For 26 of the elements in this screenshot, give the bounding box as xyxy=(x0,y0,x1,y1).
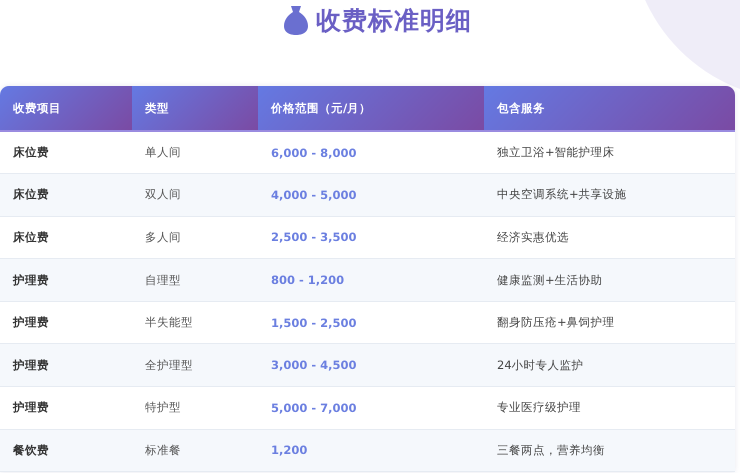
table-cell: 护理费 xyxy=(0,386,132,430)
column-header: 包含服务 xyxy=(484,86,735,131)
table-cell: 餐饮费 xyxy=(0,429,132,472)
table-cell: 特护型 xyxy=(132,386,258,430)
table-cell: 800 - 1,200 xyxy=(258,258,484,302)
column-header: 收费项目 xyxy=(0,86,132,131)
table-cell: 护理费 xyxy=(0,258,132,302)
money-bag-icon xyxy=(284,5,308,35)
table-cell: 1,200 xyxy=(258,429,484,472)
table-cell: 双人间 xyxy=(132,174,258,216)
table-cell: 全护理型 xyxy=(132,344,258,387)
column-header: 价格范围（元/月） xyxy=(258,86,484,131)
table-cell: 24小时专人监护 xyxy=(484,344,735,387)
table-cell: 自理型 xyxy=(132,258,258,302)
page-title: 收费标准明细 xyxy=(316,4,472,36)
table-cell: 专业医疗级护理 xyxy=(484,386,735,430)
table-cell: 床位费 xyxy=(0,174,132,216)
table-cell: 4,000 - 5,000 xyxy=(258,174,484,216)
table-cell: 5,000 - 7,000 xyxy=(258,386,484,430)
column-header: 类型 xyxy=(132,86,258,131)
table-cell: 标准餐 xyxy=(132,429,258,472)
table-cell: 中央空调系统+共享设施 xyxy=(484,174,735,216)
table-cell: 健康监测+生活协助 xyxy=(484,258,735,302)
table-cell: 三餐两点，营养均衡 xyxy=(484,429,735,472)
table-cell: 3,000 - 4,500 xyxy=(258,344,484,387)
table-cell: 护理费 xyxy=(0,344,132,387)
